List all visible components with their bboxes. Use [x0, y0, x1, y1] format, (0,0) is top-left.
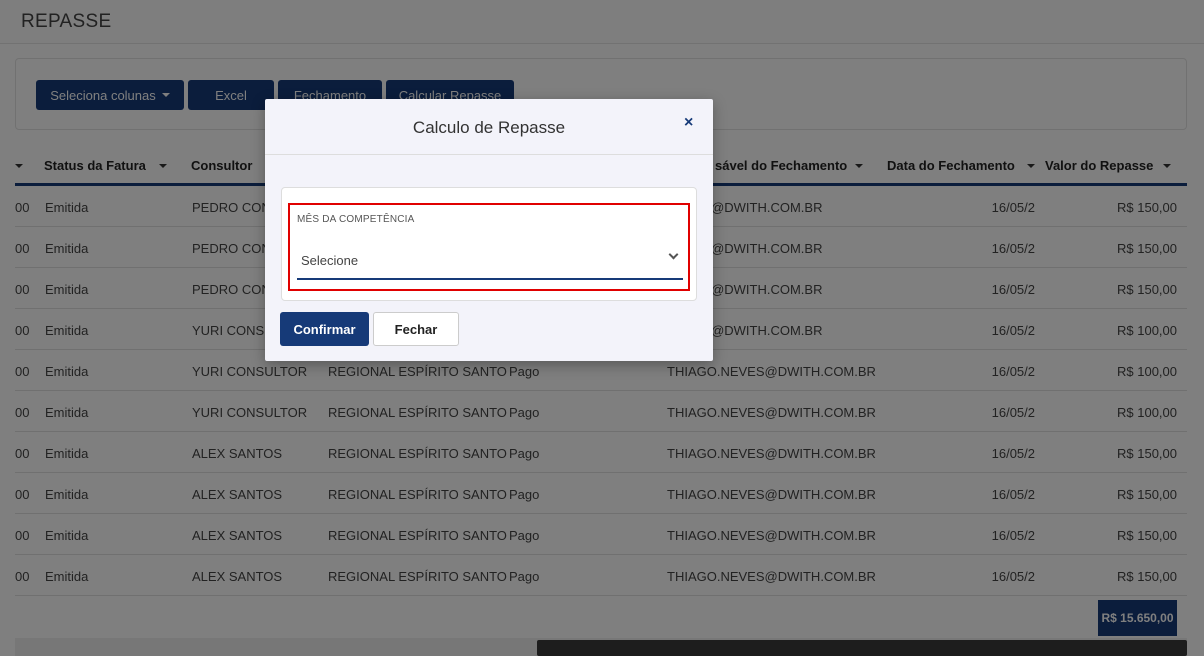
- select-value: Selecione: [301, 253, 359, 268]
- close-icon[interactable]: ×: [684, 114, 693, 132]
- modal-title: Calculo de Repasse: [412, 118, 566, 137]
- calculo-repasse-modal: Calculo de Repasse × MÊS DA COMPETÊNCIA …: [265, 99, 713, 361]
- modal-header: Calculo de Repasse ×: [265, 99, 713, 155]
- confirm-button[interactable]: Confirmar: [280, 312, 369, 346]
- competencia-label: MÊS DA COMPETÊNCIA: [297, 214, 415, 225]
- chevron-down-icon: [668, 249, 679, 260]
- close-button[interactable]: Fechar: [373, 312, 459, 346]
- competencia-select[interactable]: Selecione: [297, 245, 683, 280]
- form-card: MÊS DA COMPETÊNCIA Selecione: [281, 187, 697, 301]
- competencia-field: MÊS DA COMPETÊNCIA Selecione: [288, 203, 690, 291]
